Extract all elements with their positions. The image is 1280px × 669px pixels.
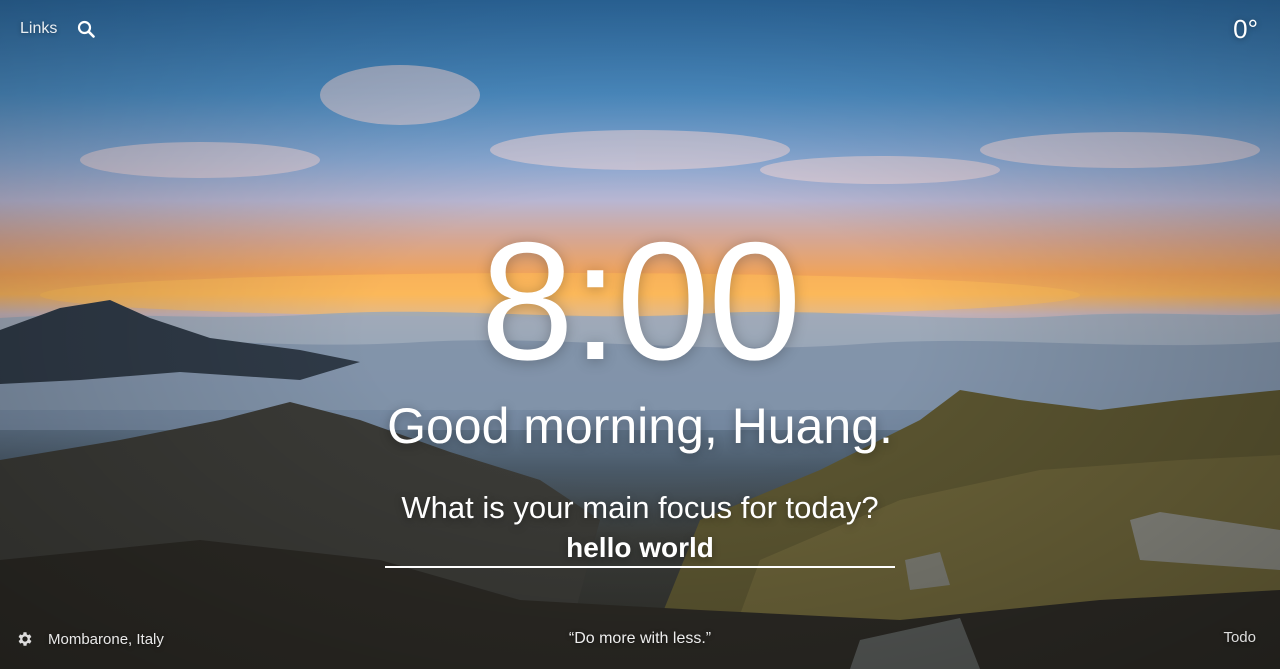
clock-time: 8:00 bbox=[480, 207, 802, 395]
weather-temperature[interactable]: 0° bbox=[1233, 14, 1258, 45]
daily-quote[interactable]: “Do more with less.” bbox=[0, 630, 1280, 648]
momentum-dashboard: Links 0° 8:00 Good morning, Huang. What … bbox=[0, 0, 1280, 669]
links-button[interactable]: Links bbox=[20, 20, 57, 38]
search-icon[interactable] bbox=[77, 20, 96, 38]
main-focus-input[interactable] bbox=[385, 530, 895, 568]
greeting-text: Good morning, Huang. bbox=[387, 398, 893, 454]
top-left-controls: Links bbox=[20, 20, 96, 38]
todo-button[interactable]: Todo bbox=[1223, 629, 1256, 646]
focus-prompt: What is your main focus for today? bbox=[401, 490, 879, 525]
